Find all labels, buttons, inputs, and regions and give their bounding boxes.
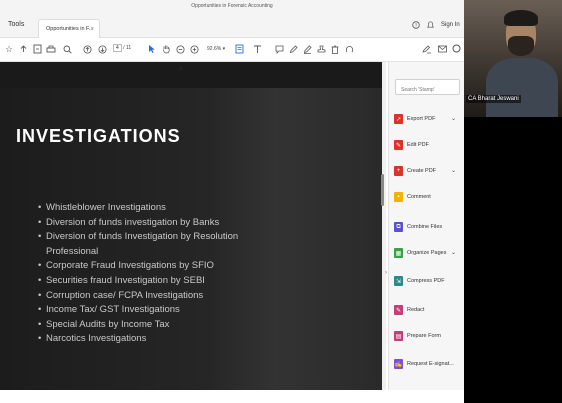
slide-page: INVESTIGATIONS • Whistleblower Investigat…: [0, 62, 382, 390]
tool-prepare-form[interactable]: ▤ Prepare Form: [394, 329, 441, 343]
pen-sign-icon[interactable]: [422, 43, 432, 55]
stamp-tool-icon[interactable]: [316, 43, 326, 55]
toolbar: ☆ 4 / 11 92.6% ▾: [0, 38, 464, 62]
list-item: • Corruption case/ FCPA Investigations: [38, 289, 238, 304]
tool-compress-pdf[interactable]: ⇲ Compress PDF: [394, 274, 445, 288]
star-icon[interactable]: ☆: [4, 43, 14, 55]
save-icon[interactable]: [32, 43, 42, 55]
zoom-out-icon[interactable]: [175, 43, 185, 55]
page-display-icon[interactable]: [235, 43, 245, 55]
redact-icon: ✎: [394, 305, 403, 315]
delete-icon[interactable]: [330, 43, 340, 55]
scrollbar-thumb[interactable]: [381, 174, 384, 206]
comment-tool-icon[interactable]: [274, 43, 284, 55]
chevron-down-icon[interactable]: ⌄: [451, 167, 456, 174]
bullet-glyph: •: [38, 274, 42, 286]
account-icon[interactable]: [451, 43, 461, 55]
list-item: • Corporate Fraud Investigations by SFIO: [38, 259, 238, 274]
document-tab[interactable]: Opportunities in F... ×: [38, 19, 100, 38]
bullet-glyph: •: [38, 216, 42, 228]
tools-panel: ↗ Export PDF ⌄ ✎ Edit PDF + Create PDF ⌄…: [388, 62, 464, 390]
list-item-continuation: Professional: [46, 245, 99, 257]
tool-organize-pages[interactable]: ▦ Organize Pages: [394, 246, 446, 260]
prepare-form-icon: ▤: [394, 331, 403, 341]
tool-export-pdf[interactable]: ↗ Export PDF: [394, 112, 435, 126]
page-indicator[interactable]: 4 / 11: [113, 44, 131, 52]
bullet-glyph: •: [38, 318, 42, 330]
edit-pdf-icon: ✎: [394, 140, 403, 150]
list-item: • Whistleblower Investigations: [38, 201, 238, 216]
rotate-icon[interactable]: [344, 43, 354, 55]
participant-name-label: CA Bharat Jeswani: [466, 95, 521, 103]
tools-search-input[interactable]: [395, 79, 460, 95]
list-item: • Narcotics Investigations: [38, 332, 238, 347]
help-icon[interactable]: ?: [412, 21, 420, 31]
comment-icon: ▪: [394, 192, 403, 202]
bullet-glyph: •: [38, 260, 42, 272]
app-window: Opportunities in Forensic Accounting Too…: [0, 0, 562, 403]
document-tab-label: Opportunities in F...: [46, 26, 94, 32]
sign-in-link[interactable]: Sign In: [441, 22, 460, 28]
chevron-down-icon[interactable]: ⌄: [451, 249, 456, 256]
document-title: Opportunities in Forensic Accounting: [191, 3, 273, 9]
organize-pages-icon: ▦: [394, 248, 403, 258]
notifications-bell-icon[interactable]: [426, 21, 435, 31]
scroll-mode-icon[interactable]: [252, 43, 262, 55]
bottom-strip: [0, 390, 464, 403]
list-item: • Special Audits by Income Tax: [38, 318, 238, 333]
participant-body: [486, 58, 558, 117]
video-panel-background: [464, 117, 562, 403]
bullet-list: • Whistleblower Investigations • Diversion…: [38, 201, 238, 347]
svg-text:?: ?: [415, 23, 418, 28]
slide-title: INVESTIGATIONS: [16, 126, 181, 146]
hand-tool-icon[interactable]: [161, 43, 171, 55]
tool-edit-pdf[interactable]: ✎ Edit PDF: [394, 138, 429, 152]
select-cursor-icon[interactable]: [147, 43, 157, 55]
zoom-in-icon[interactable]: [189, 43, 199, 55]
vertical-scrollbar[interactable]: [382, 62, 386, 390]
collapse-panel-icon[interactable]: ›: [385, 270, 387, 276]
pen-tool-icon[interactable]: [288, 43, 298, 55]
tab-bar: Tools Opportunities in F... × ? Sign In: [0, 14, 464, 38]
bullet-glyph: •: [38, 231, 42, 243]
tool-request-esignature[interactable]: ✍ Request E-signat...: [394, 357, 454, 371]
next-page-icon[interactable]: [97, 43, 107, 55]
title-bar: Opportunities in Forensic Accounting: [0, 0, 464, 14]
mail-icon[interactable]: [437, 43, 447, 55]
tool-comment[interactable]: ▪ Comment: [394, 190, 431, 204]
total-pages: / 11: [123, 45, 132, 51]
chevron-down-icon[interactable]: ⌄: [451, 115, 456, 122]
export-pdf-icon: ↗: [394, 114, 403, 124]
list-item: • Securities fraud Investigation by SEBI: [38, 274, 238, 289]
participant-hair: [504, 10, 538, 26]
compress-pdf-icon: ⇲: [394, 276, 403, 286]
combine-files-icon: ⧉: [394, 222, 403, 232]
highlight-tool-icon[interactable]: [302, 43, 312, 55]
previous-page-icon[interactable]: [82, 43, 92, 55]
participant-beard: [508, 36, 534, 56]
zoom-level-value: 92.6%: [207, 46, 222, 52]
zoom-level-dropdown[interactable]: 92.6% ▾: [207, 46, 225, 52]
mouse-cursor-icon: ▲: [177, 63, 185, 72]
tool-create-pdf[interactable]: + Create PDF: [394, 164, 436, 178]
search-icon[interactable]: [62, 43, 72, 55]
list-item: • Income Tax/ GST Investigations: [38, 303, 238, 318]
bullet-glyph: •: [38, 289, 42, 301]
current-page-field[interactable]: 4: [113, 44, 122, 52]
print-icon[interactable]: [46, 43, 56, 55]
bullet-glyph: •: [38, 304, 42, 316]
tools-tab[interactable]: Tools: [8, 21, 24, 28]
tool-combine-files[interactable]: ⧉ Combine Files: [394, 220, 442, 234]
participant-video: CA Bharat Jeswani: [464, 0, 562, 117]
list-item: • Diversion of funds investigation by Ban…: [38, 216, 238, 231]
request-esign-icon: ✍: [394, 359, 403, 369]
create-pdf-icon: +: [394, 166, 403, 176]
tool-redact[interactable]: ✎ Redact: [394, 303, 424, 317]
slide-top-band: [0, 62, 382, 88]
bullet-glyph: •: [38, 333, 42, 345]
bullet-glyph: •: [38, 202, 42, 213]
upload-icon[interactable]: [18, 43, 28, 55]
list-item: • Diversion of funds Investigation by Res…: [38, 230, 238, 245]
close-tab-icon[interactable]: ×: [91, 26, 94, 32]
